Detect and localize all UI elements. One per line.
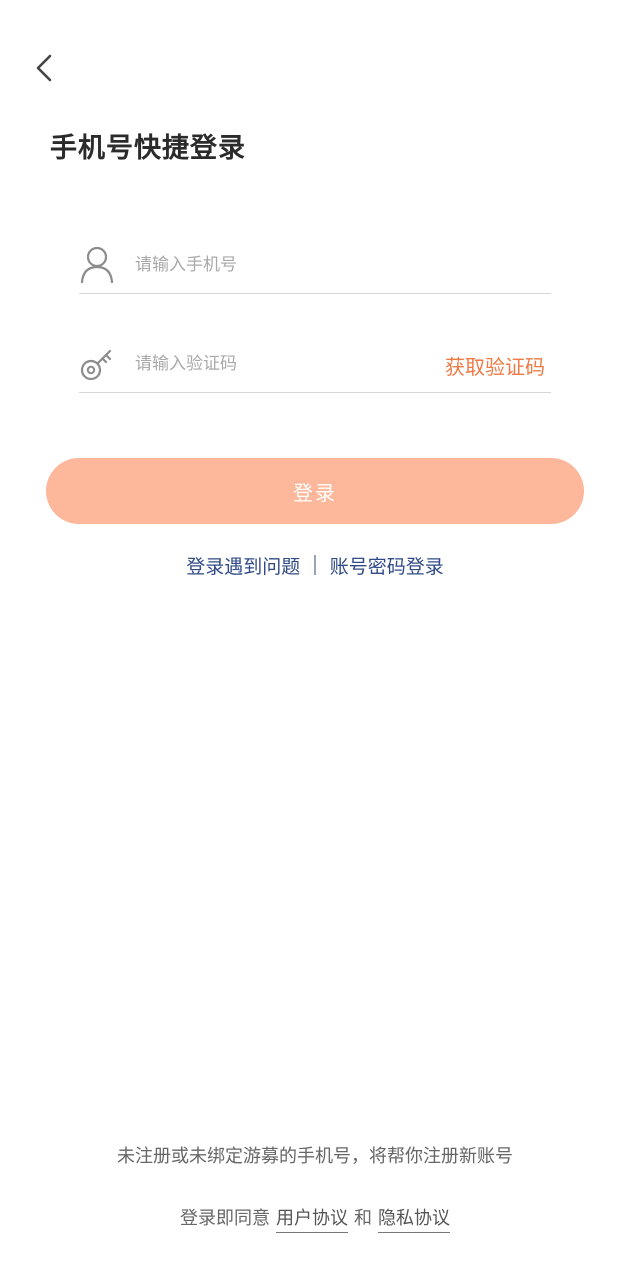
- key-icon: [80, 349, 112, 381]
- phone-field: [79, 231, 551, 294]
- chevron-left-icon: [36, 54, 52, 82]
- and-text: 和: [354, 1208, 372, 1229]
- user-agreement-link[interactable]: 用户协议: [276, 1204, 348, 1233]
- verification-code-field: 获取验证码: [79, 330, 551, 393]
- password-login-link[interactable]: 账号密码登录: [330, 552, 444, 579]
- user-icon: [80, 246, 114, 283]
- agree-prefix: 登录即同意: [180, 1208, 270, 1229]
- get-code-button[interactable]: 获取验证码: [445, 351, 545, 380]
- agreement-row: 登录即同意 用户协议 和 隐私协议: [0, 1204, 630, 1233]
- login-trouble-link[interactable]: 登录遇到问题: [186, 552, 300, 579]
- login-links: 登录遇到问题 账号密码登录: [0, 551, 630, 579]
- page-title: 手机号快捷登录: [50, 133, 246, 164]
- links-divider: [314, 555, 316, 575]
- verification-code-input[interactable]: [135, 344, 425, 384]
- privacy-policy-link[interactable]: 隐私协议: [378, 1204, 450, 1233]
- phone-input[interactable]: [135, 245, 425, 285]
- login-button[interactable]: 登录: [46, 458, 584, 524]
- back-button[interactable]: [26, 48, 62, 88]
- register-notice: 未注册或未绑定游募的手机号，将帮你注册新账号: [117, 1146, 513, 1167]
